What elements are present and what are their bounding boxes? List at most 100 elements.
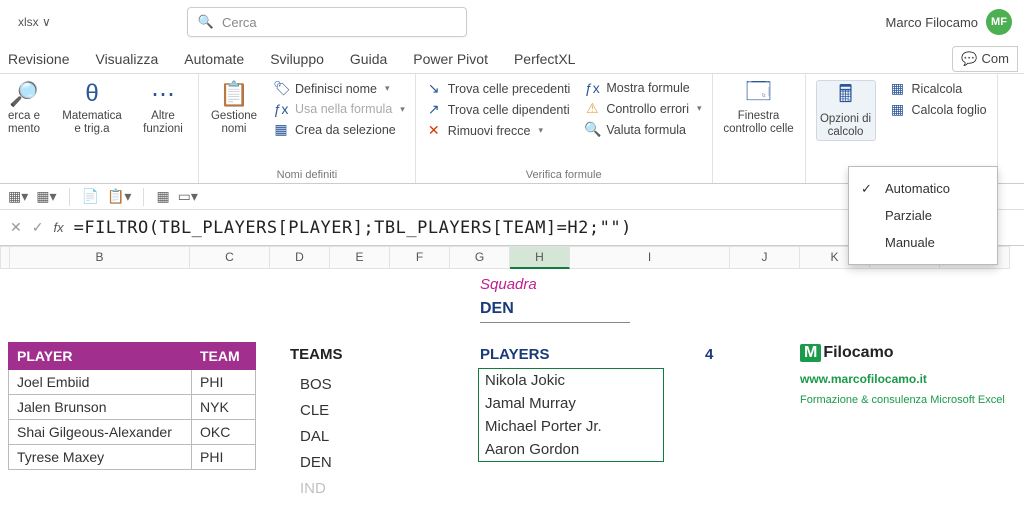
list-item[interactable]: CLE: [300, 398, 332, 424]
evaluate-icon: 🔍: [584, 121, 600, 138]
sheet-area: Squadra DEN PLAYER TEAM Joel EmbiidPHI J…: [0, 268, 1024, 274]
tab-powerpivot[interactable]: Power Pivot: [411, 47, 490, 71]
dropdown-auto[interactable]: Automatico: [849, 175, 997, 202]
fx-icon: ƒx: [273, 101, 289, 117]
group-watch-window: 🗔 Finestra controllo celle: [713, 74, 806, 183]
col-g[interactable]: G: [450, 246, 510, 269]
group-label: Verifica formule: [426, 167, 702, 181]
layout-icon[interactable]: ▭▾: [178, 188, 198, 205]
list-item[interactable]: DEN: [300, 450, 332, 476]
group-formula-auditing: ↘Trova celle precedenti ↗Trova celle dip…: [416, 74, 713, 183]
copy-icon[interactable]: 📄: [82, 188, 99, 205]
remove-arrows-button[interactable]: ✕Rimuovi frecce▾: [426, 122, 571, 139]
list-item[interactable]: IND: [300, 476, 332, 502]
calc-icon: ▦: [890, 80, 906, 97]
paste-icon[interactable]: 📋▾: [107, 188, 131, 205]
col-corner[interactable]: [0, 246, 10, 269]
brand-mark-icon: M: [800, 344, 821, 362]
tab-visualizza[interactable]: Visualizza: [93, 47, 160, 71]
calculate-sheet-button[interactable]: ▦Calcola foglio: [890, 101, 987, 118]
more-functions-button[interactable]: ⋯ Altre funzioni: [138, 80, 188, 135]
list-item[interactable]: DAL: [300, 424, 332, 450]
window-icon: 🗔: [746, 80, 772, 108]
list-item[interactable]: BOS: [300, 372, 332, 398]
chevron-down-icon: ▾: [385, 83, 390, 94]
tab-guida[interactable]: Guida: [348, 47, 389, 71]
user-name-label: Marco Filocamo: [886, 15, 978, 30]
col-i[interactable]: I: [570, 246, 730, 269]
selected-team-cell[interactable]: DEN: [480, 298, 630, 323]
col-c[interactable]: C: [190, 246, 270, 269]
define-name-button[interactable]: 🏷Definisci nome▾: [273, 80, 405, 97]
col-e[interactable]: E: [330, 246, 390, 269]
file-name[interactable]: xlsx ∨: [12, 13, 57, 31]
freeze-icon[interactable]: ▦: [156, 188, 169, 205]
ribbon: 🔎 erca e mento θ Matematica e trig.a ⋯ A…: [0, 74, 1024, 184]
players-table: PLAYER TEAM Joel EmbiidPHI Jalen Brunson…: [8, 342, 256, 470]
dependents-icon: ↗: [426, 101, 442, 118]
precedents-icon: ↘: [426, 80, 442, 97]
list-item: Michael Porter Jr.: [479, 415, 663, 438]
table-row[interactable]: Joel EmbiidPHI: [9, 370, 256, 395]
show-formulas-button[interactable]: ƒxMostra formule: [584, 80, 701, 96]
math-trig-button[interactable]: θ Matematica e trig.a: [60, 80, 124, 135]
table-row[interactable]: Shai Gilgeous-AlexanderOKC: [9, 420, 256, 445]
error-checking-button[interactable]: ⚠Controllo errori▾: [584, 100, 701, 117]
list-item: Nikola Jokic: [479, 369, 663, 392]
tag-icon: 🏷: [273, 80, 289, 97]
search-placeholder: Cerca: [222, 15, 257, 30]
avatar: MF: [986, 9, 1012, 35]
cells-icon[interactable]: ▦▾: [36, 188, 56, 205]
table-icon[interactable]: ▦▾: [8, 188, 28, 205]
chevron-down-icon: ▾: [697, 103, 702, 114]
tab-perfectxl[interactable]: PerfectXL: [512, 47, 577, 71]
watch-window-button[interactable]: 🗔 Finestra controllo celle: [723, 80, 795, 135]
warning-icon: ⚠: [584, 100, 600, 117]
brand-url[interactable]: www.marcofilocamo.it: [800, 372, 927, 386]
teams-list: BOS CLE DAL DEN IND: [300, 372, 332, 502]
table-row[interactable]: Tyrese MaxeyPHI: [9, 445, 256, 470]
fx-icon[interactable]: fx: [53, 220, 63, 235]
calculate-now-button[interactable]: ▦Ricalcola: [890, 80, 987, 97]
tab-sviluppo[interactable]: Sviluppo: [268, 47, 326, 71]
players-header: PLAYERS: [480, 346, 549, 363]
col-b[interactable]: B: [10, 246, 190, 269]
enter-formula-icon[interactable]: ✓: [32, 219, 44, 236]
chevron-down-icon: ▾: [400, 104, 405, 115]
lookup-button[interactable]: 🔎 erca e mento: [2, 80, 46, 135]
dropdown-manual[interactable]: Manuale: [849, 229, 997, 256]
dropdown-partial[interactable]: Parziale: [849, 202, 997, 229]
col-d[interactable]: D: [270, 246, 330, 269]
comments-button[interactable]: 💬 Com: [952, 46, 1018, 72]
header-player[interactable]: PLAYER: [9, 343, 192, 370]
group-function-library: 🔎 erca e mento θ Matematica e trig.a ⋯ A…: [0, 74, 199, 183]
name-manager-button[interactable]: 📋 Gestione nomi: [209, 80, 259, 135]
brand-logo: MFilocamo: [800, 344, 894, 362]
calculator-icon: 🖩: [838, 83, 852, 111]
tab-automate[interactable]: Automate: [182, 47, 246, 71]
cancel-formula-icon[interactable]: ✕: [10, 219, 22, 236]
header-team[interactable]: TEAM: [192, 343, 256, 370]
grid-icon: ▦: [273, 121, 289, 138]
group-defined-names: 📋 Gestione nomi 🏷Definisci nome▾ ƒxUsa n…: [199, 74, 416, 183]
col-h[interactable]: H: [510, 246, 570, 269]
col-j[interactable]: J: [730, 246, 800, 269]
brand-subtitle: Formazione & consulenza Microsoft Excel: [800, 394, 1005, 406]
table-row[interactable]: Jalen BrunsonNYK: [9, 395, 256, 420]
search-input[interactable]: 🔍 Cerca: [187, 7, 467, 37]
user-account[interactable]: Marco Filocamo MF: [886, 9, 1012, 35]
show-formulas-icon: ƒx: [584, 80, 600, 96]
trace-dependents-button[interactable]: ↗Trova celle dipendenti: [426, 101, 571, 118]
filtered-players[interactable]: Nikola Jokic Jamal Murray Michael Porter…: [478, 368, 664, 462]
calculation-options-button[interactable]: 🖩 Opzioni di calcolo: [816, 80, 876, 141]
tab-revisione[interactable]: Revisione: [6, 47, 71, 71]
teams-header: TEAMS: [290, 346, 343, 363]
name-manager-icon: 📋: [219, 80, 249, 108]
list-item: Aaron Gordon: [479, 438, 663, 461]
evaluate-formula-button[interactable]: 🔍Valuta formula: [584, 121, 701, 138]
more-icon: ⋯: [151, 80, 175, 108]
create-from-selection-button[interactable]: ▦Crea da selezione: [273, 121, 405, 138]
col-f[interactable]: F: [390, 246, 450, 269]
use-in-formula-button[interactable]: ƒxUsa nella formula▾: [273, 101, 405, 117]
trace-precedents-button[interactable]: ↘Trova celle precedenti: [426, 80, 571, 97]
